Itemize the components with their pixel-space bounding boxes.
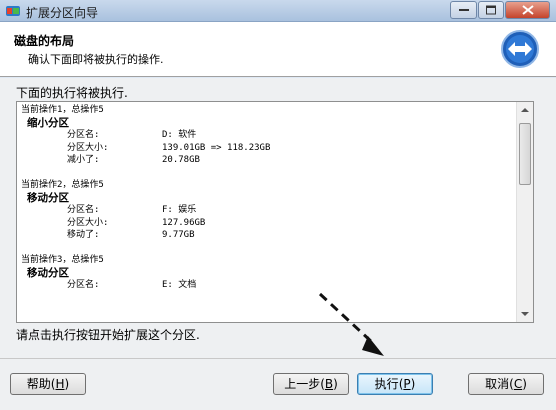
list-item: 当前操作3，总操作5 移动分区 分区名: E: 文档 xyxy=(21,254,511,292)
execute-label: 执行 xyxy=(374,377,399,391)
operation-row: 分区大小: 127.96GB xyxy=(21,217,511,230)
vertical-scrollbar[interactable] xyxy=(516,102,533,322)
row-key: 分区大小: xyxy=(67,217,109,228)
help-button[interactable]: 帮助(H) xyxy=(10,373,86,395)
row-key: 分区名: xyxy=(67,205,100,216)
help-label: 帮助 xyxy=(26,377,51,391)
wizard-footer: 帮助(H) 上一步(B) 执行(P) 取消(C) xyxy=(0,358,556,410)
window-title: 扩展分区向导 xyxy=(26,6,99,20)
resize-arrows-icon xyxy=(501,30,539,68)
header-title: 磁盘的布局 xyxy=(14,34,75,48)
maximize-icon xyxy=(486,5,496,15)
scroll-thumb[interactable] xyxy=(519,123,531,185)
operation-row: 分区名: D: 软件 xyxy=(21,129,511,142)
operation-head: 当前操作2，总操作5 xyxy=(21,179,104,190)
cancel-accel: C xyxy=(513,377,523,391)
operation-row: 分区名: E: 文档 xyxy=(21,279,511,292)
back-label: 上一步 xyxy=(284,377,321,391)
list-item: 当前操作2，总操作5 移动分区 分区名: F: 娱乐 分区大小: 127.96GB … xyxy=(21,179,511,242)
scroll-up-icon[interactable] xyxy=(517,102,533,118)
operation-row: 移动了: 9.77GB xyxy=(21,229,511,242)
scroll-down-icon[interactable] xyxy=(517,306,533,322)
cancel-button[interactable]: 取消(C) xyxy=(468,373,544,395)
cancel-label: 取消 xyxy=(485,377,510,391)
row-value: F: 娱乐 xyxy=(162,205,197,216)
operation-head: 当前操作1，总操作5 xyxy=(21,105,104,115)
row-value: 127.96GB xyxy=(162,217,206,228)
row-value: 20.78GB xyxy=(162,155,200,166)
operations-list[interactable]: 当前操作1，总操作5 缩小分区 分区名: D: 软件 分区大小: 139.01GB … xyxy=(16,101,534,323)
operation-row: 分区名: F: 娱乐 xyxy=(21,204,511,217)
minimize-button[interactable] xyxy=(450,1,477,19)
help-accel: H xyxy=(55,377,65,391)
partition-icon xyxy=(6,6,20,16)
row-key: 移动了: xyxy=(67,230,100,241)
title-bar: 扩展分区向导 xyxy=(0,0,556,22)
row-key: 分区名: xyxy=(67,280,100,291)
header-subtitle: 确认下面即将被执行的操作. xyxy=(28,53,164,66)
operation-row: 减小了: 20.78GB xyxy=(21,154,511,167)
row-value: 139.01GB => 118.23GB xyxy=(162,142,271,153)
close-icon xyxy=(521,5,534,15)
close-button[interactable] xyxy=(505,1,550,19)
row-key: 减小了: xyxy=(67,155,100,166)
maximize-button[interactable] xyxy=(478,1,504,19)
back-accel: B xyxy=(324,377,334,391)
row-value: D: 软件 xyxy=(162,130,197,141)
execute-accel: P xyxy=(403,377,411,391)
instruction-text: 请点击执行按钮开始扩展这个分区. xyxy=(16,328,200,342)
operation-type: 移动分区 xyxy=(27,266,69,279)
list-item: 当前操作1，总操作5 缩小分区 分区名: D: 软件 分区大小: 139.01GB … xyxy=(21,104,511,167)
wizard-body: 下面的执行将被执行. 当前操作1，总操作5 缩小分区 分区名: D: 软件 分区大… xyxy=(0,78,556,358)
operation-type: 移动分区 xyxy=(27,191,69,204)
operation-row: 分区大小: 139.01GB => 118.23GB xyxy=(21,142,511,155)
operation-head: 当前操作3，总操作5 xyxy=(21,254,104,265)
intro-text: 下面的执行将被执行. xyxy=(16,86,128,100)
wizard-header: 磁盘的布局 确认下面即将被执行的操作. xyxy=(0,22,556,77)
minimize-icon xyxy=(458,9,469,11)
execute-button[interactable]: 执行(P) xyxy=(357,373,433,395)
operation-type: 缩小分区 xyxy=(27,116,69,129)
back-button[interactable]: 上一步(B) xyxy=(273,373,349,395)
row-value: 9.77GB xyxy=(162,230,195,241)
row-value: E: 文档 xyxy=(162,280,197,291)
row-key: 分区大小: xyxy=(67,142,109,153)
row-key: 分区名: xyxy=(67,130,100,141)
